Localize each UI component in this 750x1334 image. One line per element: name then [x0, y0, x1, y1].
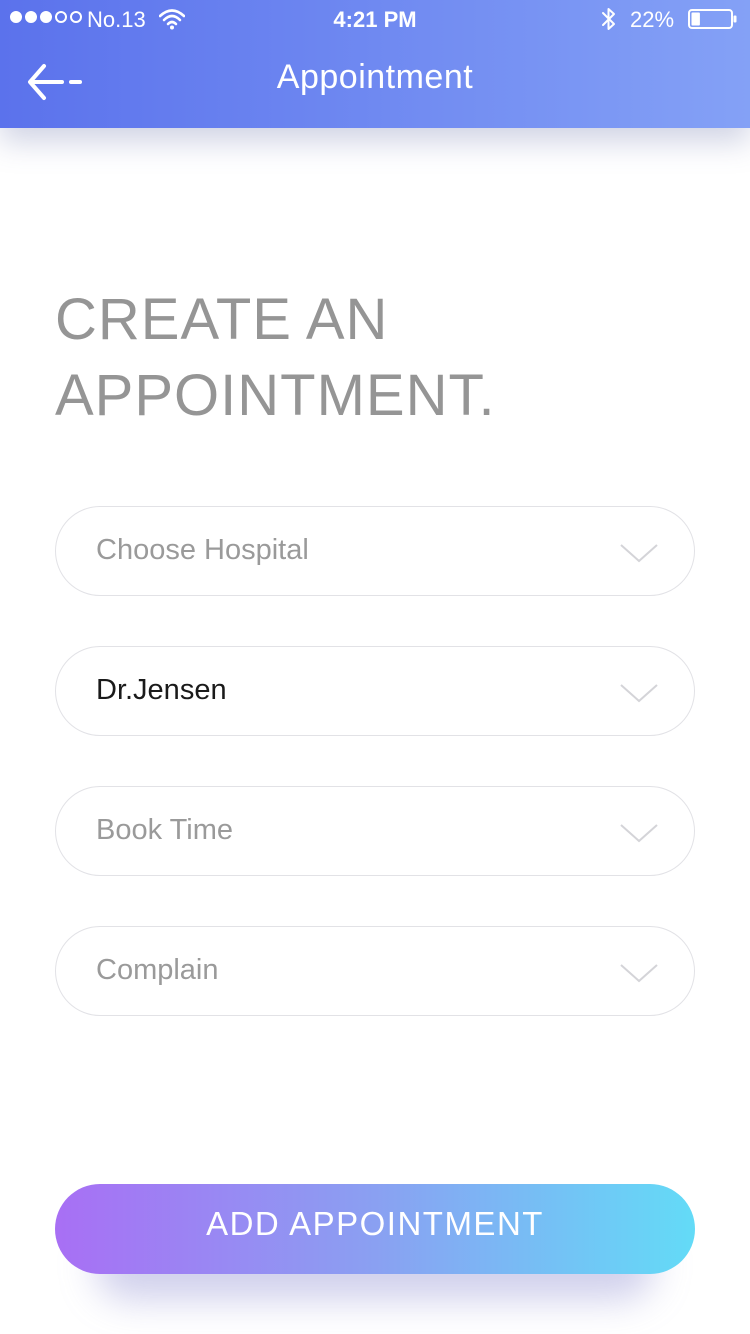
- doctor-dropdown-value: Dr.Jensen: [96, 674, 227, 706]
- appointment-screen: No.13 4:21 PM 22% Appointment CREATE AN …: [0, 0, 750, 1334]
- add-appointment-button[interactable]: ADD APPOINTMENT: [55, 1184, 695, 1274]
- book-time-dropdown[interactable]: Book Time: [55, 786, 695, 876]
- hospital-dropdown-placeholder: Choose Hospital: [96, 534, 309, 566]
- chevron-down-icon: [620, 684, 658, 703]
- doctor-dropdown[interactable]: Dr.Jensen: [55, 646, 695, 736]
- add-appointment-label: ADD APPOINTMENT: [206, 1205, 544, 1242]
- book-time-dropdown-placeholder: Book Time: [96, 814, 233, 846]
- bluetooth-icon: [602, 8, 615, 30]
- chevron-down-icon: [620, 964, 658, 983]
- heading-line: CREATE AN: [55, 287, 389, 352]
- header: No.13 4:21 PM 22% Appointment: [0, 0, 750, 128]
- navigation-bar: Appointment: [0, 40, 750, 128]
- chevron-down-icon: [620, 544, 658, 563]
- hospital-dropdown[interactable]: Choose Hospital: [55, 506, 695, 596]
- heading-line: APPOINTMENT.: [55, 363, 496, 428]
- complain-dropdown[interactable]: Complain: [55, 926, 695, 1016]
- battery-icon: [688, 9, 737, 29]
- status-bar: No.13 4:21 PM 22%: [0, 0, 750, 40]
- page-title: Appointment: [276, 58, 474, 96]
- form-heading: CREATE AN APPOINTMENT.: [55, 282, 695, 434]
- complain-dropdown-placeholder: Complain: [96, 954, 219, 986]
- chevron-down-icon: [620, 824, 658, 843]
- battery-percentage: 22%: [630, 7, 675, 32]
